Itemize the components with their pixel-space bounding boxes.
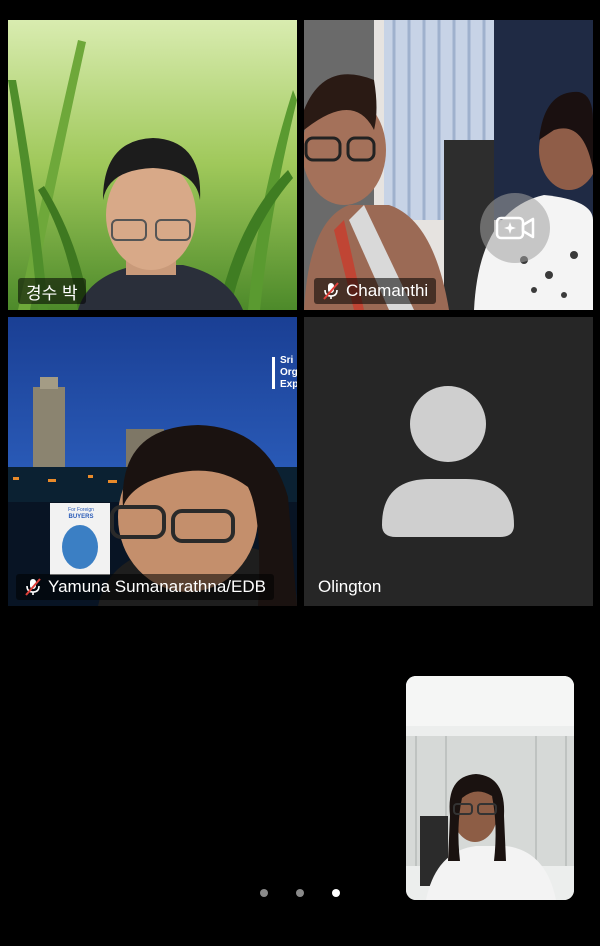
participant-tile-2[interactable]: Chamanthi: [304, 20, 593, 310]
participant-1-video: [8, 20, 297, 310]
participant-name-tag: Olington: [310, 574, 389, 600]
participant-name: 경수 박: [26, 283, 78, 303]
participant-3-video: [8, 317, 297, 606]
participant-2-video: [304, 20, 593, 310]
person-avatar-icon: [382, 386, 514, 537]
self-view-image: [406, 676, 574, 900]
page-indicator: [0, 886, 600, 900]
slide-text: Sri Org Exp: [280, 355, 297, 390]
page-dot-1[interactable]: [260, 889, 268, 897]
participant-name: Yamuna Sumanarathna/EDB: [48, 577, 266, 596]
participant-tile-4[interactable]: Olington: [304, 317, 593, 606]
participant-name-tag: Chamanthi: [314, 278, 437, 304]
camera-effects-button[interactable]: [480, 193, 550, 263]
page-dot-3[interactable]: [332, 889, 340, 897]
book-cover-text: For Foreign BUYERS: [68, 507, 94, 520]
participant-name: Olington: [318, 577, 382, 596]
self-view-video[interactable]: [406, 676, 574, 900]
participant-name-tag: 경수 박: [18, 278, 86, 304]
page-dot-2[interactable]: [296, 889, 304, 897]
mic-off-icon: [323, 282, 339, 300]
participant-name: Chamanthi: [346, 281, 429, 300]
camera-sparkle-icon: [495, 216, 535, 240]
participant-tile-1[interactable]: 경수 박: [8, 20, 297, 310]
participant-tile-3[interactable]: Sri Org Exp For Foreign BUYERS Yamuna Su…: [8, 317, 297, 606]
mic-off-icon: [25, 578, 41, 596]
participant-name-tag: Yamuna Sumanarathna/EDB: [16, 574, 274, 600]
